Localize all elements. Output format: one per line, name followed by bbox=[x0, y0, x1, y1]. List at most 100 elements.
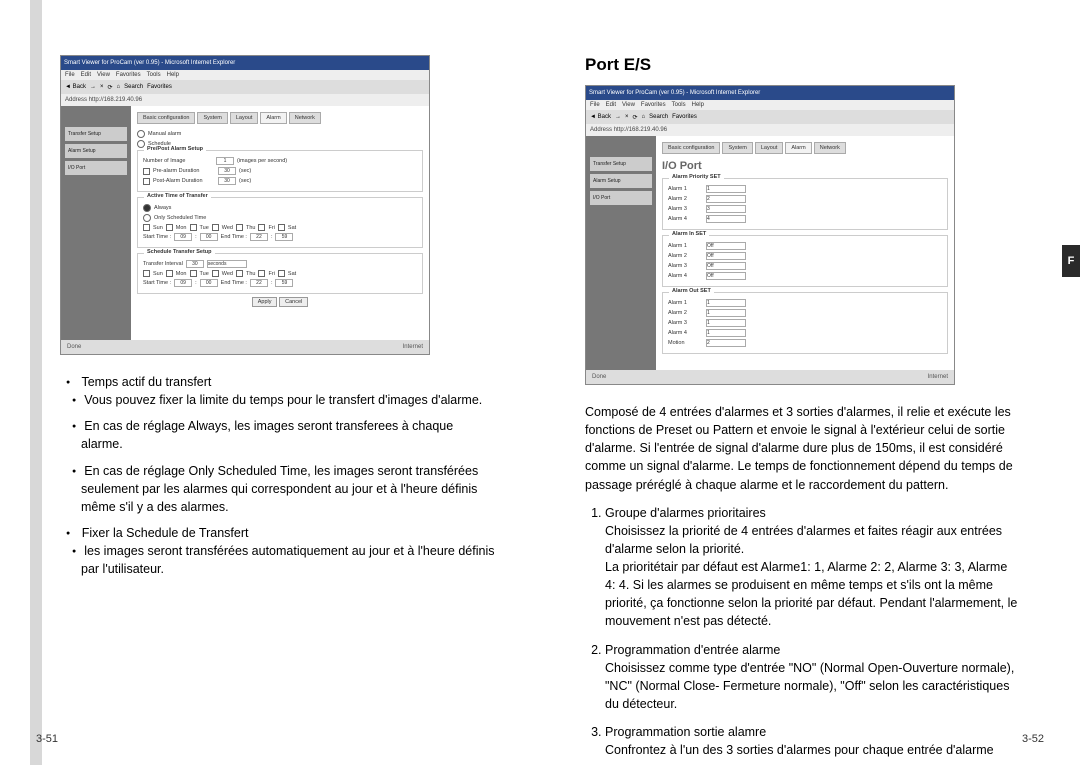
section-heading: Port E/S bbox=[585, 55, 1020, 75]
priority-select[interactable]: 1 bbox=[706, 185, 746, 193]
alarm-out-select[interactable]: 1 bbox=[706, 309, 746, 317]
start-h[interactable]: 09 bbox=[174, 233, 192, 241]
alarm-out-box: Alarm Out SET Alarm 11 Alarm 21 Alarm 31… bbox=[662, 292, 948, 354]
list-item-3: Programmation sortie alamre Confrontez à… bbox=[605, 723, 1020, 759]
home-button[interactable]: ⌂ bbox=[117, 84, 121, 90]
sub-line: Vous pouvez fixer la limite du temps pou… bbox=[81, 391, 495, 409]
sub-line: En cas de réglage Only Scheduled Time, l… bbox=[81, 462, 495, 516]
sub-line: les images seront transférées automatiqu… bbox=[81, 542, 495, 578]
cancel-button[interactable]: Cancel bbox=[279, 297, 308, 307]
list-item-2: Programmation d'entrée alarme Choisissez… bbox=[605, 641, 1020, 714]
tab-layout[interactable]: Layout bbox=[230, 112, 259, 124]
forward-button[interactable]: → bbox=[90, 84, 96, 90]
day-wed[interactable] bbox=[212, 224, 219, 231]
priority-select[interactable]: 2 bbox=[706, 195, 746, 203]
interval-input[interactable]: 30 bbox=[186, 260, 204, 268]
window-titlebar: Smart Viewer for ProCam (ver 0.95) - Mic… bbox=[61, 56, 429, 70]
section-tab-f: F bbox=[1062, 245, 1080, 277]
refresh-button[interactable]: ⟳ bbox=[107, 84, 112, 91]
toolbar: ◄ Back → × ⟳ ⌂ Search Favorites bbox=[61, 80, 429, 94]
list-item-1: Groupe d'alarmes prioritaires Choisissez… bbox=[605, 504, 1020, 631]
left-sidebar-stripe bbox=[30, 0, 42, 765]
day-thu[interactable] bbox=[236, 224, 243, 231]
radio-scheduled[interactable] bbox=[143, 214, 151, 222]
alarm-out-select[interactable]: 1 bbox=[706, 319, 746, 327]
alarm-in-box: Alarm In SET Alarm 1Off Alarm 2Off Alarm… bbox=[662, 235, 948, 287]
tab-system[interactable]: System bbox=[197, 112, 227, 124]
nav-transfer-setup[interactable]: Transfer Setup bbox=[65, 127, 127, 141]
tab-network[interactable]: Network bbox=[289, 112, 321, 124]
alarm-in-select[interactable]: Off bbox=[706, 262, 746, 270]
priority-select[interactable]: 4 bbox=[706, 215, 746, 223]
bullet-title: Temps actif du transfert bbox=[81, 375, 211, 389]
address-label: Address bbox=[65, 97, 87, 103]
pre-checkbox[interactable] bbox=[143, 168, 150, 175]
day-sun[interactable] bbox=[143, 224, 150, 231]
num-images-input[interactable]: 1 bbox=[216, 157, 234, 165]
alarm-out-select[interactable]: 1 bbox=[706, 329, 746, 337]
priority-select[interactable]: 3 bbox=[706, 205, 746, 213]
right-text-content: Composé de 4 entrées d'alarmes et 3 sort… bbox=[585, 403, 1020, 759]
back-button[interactable]: ◄ Back bbox=[65, 84, 86, 90]
nav-io-port[interactable]: I/O Port bbox=[65, 161, 127, 175]
day-tue[interactable] bbox=[190, 224, 197, 231]
main-panel: Basic configuration System Layout Alarm … bbox=[131, 106, 429, 340]
radio-always[interactable] bbox=[143, 204, 151, 212]
intro-paragraph: Composé de 4 entrées d'alarmes et 3 sort… bbox=[585, 403, 1020, 494]
schedule-transfer-box: Schedule Transfer Setup Transfer Interva… bbox=[137, 253, 423, 294]
status-right: Internet bbox=[403, 344, 423, 350]
end-m[interactable]: 59 bbox=[275, 233, 293, 241]
tab-alarm[interactable]: Alarm bbox=[260, 112, 286, 124]
box-title: Pre/Post Alarm Setup bbox=[144, 146, 206, 152]
alarm-out-select[interactable]: 2 bbox=[706, 339, 746, 347]
side-nav: Transfer Setup Alarm Setup I/O Port bbox=[61, 106, 131, 340]
pre-duration-input[interactable]: 30 bbox=[218, 167, 236, 175]
alarm-in-select[interactable]: Off bbox=[706, 252, 746, 260]
day-fri[interactable] bbox=[258, 224, 265, 231]
alarm-out-select[interactable]: 1 bbox=[706, 299, 746, 307]
stop-button[interactable]: × bbox=[100, 84, 104, 90]
back-button[interactable]: ◄ Back bbox=[590, 114, 611, 120]
sub-line: En cas de réglage Always, les images ser… bbox=[81, 417, 495, 453]
menu-item[interactable]: Help bbox=[167, 72, 179, 78]
nav-transfer-setup[interactable]: Transfer Setup bbox=[590, 157, 652, 171]
menu-item[interactable]: Favorites bbox=[116, 72, 141, 78]
day-sat[interactable] bbox=[278, 224, 285, 231]
alarm-in-select[interactable]: Off bbox=[706, 272, 746, 280]
nav-io-port[interactable]: I/O Port bbox=[590, 191, 652, 205]
start-m[interactable]: 00 bbox=[200, 233, 218, 241]
alarm-priority-box: Alarm Priority SET Alarm 11 Alarm 22 Ala… bbox=[662, 178, 948, 230]
screenshot-alarm-setup: Smart Viewer for ProCam (ver 0.95) - Mic… bbox=[60, 55, 430, 355]
end-h[interactable]: 22 bbox=[250, 233, 268, 241]
radio-manual[interactable] bbox=[137, 130, 145, 138]
address-value: http://168.219.40.96 bbox=[89, 97, 142, 103]
interval-unit[interactable]: seconds bbox=[207, 260, 247, 268]
page-number: 3-51 bbox=[36, 733, 58, 745]
menu-item[interactable]: Tools bbox=[147, 72, 161, 78]
search-button[interactable]: Search bbox=[124, 84, 143, 90]
menu-bar: File Edit View Favorites Tools Help bbox=[61, 70, 429, 80]
address-bar[interactable]: Address http://168.219.40.96 bbox=[61, 94, 429, 106]
nav-alarm-setup[interactable]: Alarm Setup bbox=[65, 144, 127, 158]
favorites-button[interactable]: Favorites bbox=[147, 84, 172, 90]
post-checkbox[interactable] bbox=[143, 178, 150, 185]
top-tabs: Basic configuration System Layout Alarm … bbox=[137, 112, 423, 124]
window-title: Smart Viewer for ProCam (ver 0.95) - Mic… bbox=[64, 60, 235, 66]
page-number: 3-52 bbox=[1022, 733, 1044, 745]
menu-item[interactable]: Edit bbox=[81, 72, 91, 78]
apply-button[interactable]: Apply bbox=[252, 297, 278, 307]
day-mon[interactable] bbox=[166, 224, 173, 231]
left-page: Smart Viewer for ProCam (ver 0.95) - Mic… bbox=[0, 0, 540, 765]
nav-alarm-setup[interactable]: Alarm Setup bbox=[590, 174, 652, 188]
prepost-alarm-box: Pre/Post Alarm Setup Number of Image1(im… bbox=[137, 150, 423, 192]
alarm-in-select[interactable]: Off bbox=[706, 242, 746, 250]
active-time-box: Active Time of Transfer Always Only Sche… bbox=[137, 197, 423, 248]
right-page: F Port E/S Smart Viewer for ProCam (ver … bbox=[540, 0, 1080, 765]
left-text-content: Temps actif du transfert Vous pouvez fix… bbox=[60, 373, 495, 578]
menu-item[interactable]: View bbox=[97, 72, 110, 78]
post-duration-input[interactable]: 30 bbox=[218, 177, 236, 185]
bullet-title: Fixer la Schedule de Transfert bbox=[82, 526, 249, 540]
tab-basic[interactable]: Basic configuration bbox=[137, 112, 195, 124]
io-port-title: I/O Port bbox=[662, 160, 948, 172]
menu-item[interactable]: File bbox=[65, 72, 75, 78]
